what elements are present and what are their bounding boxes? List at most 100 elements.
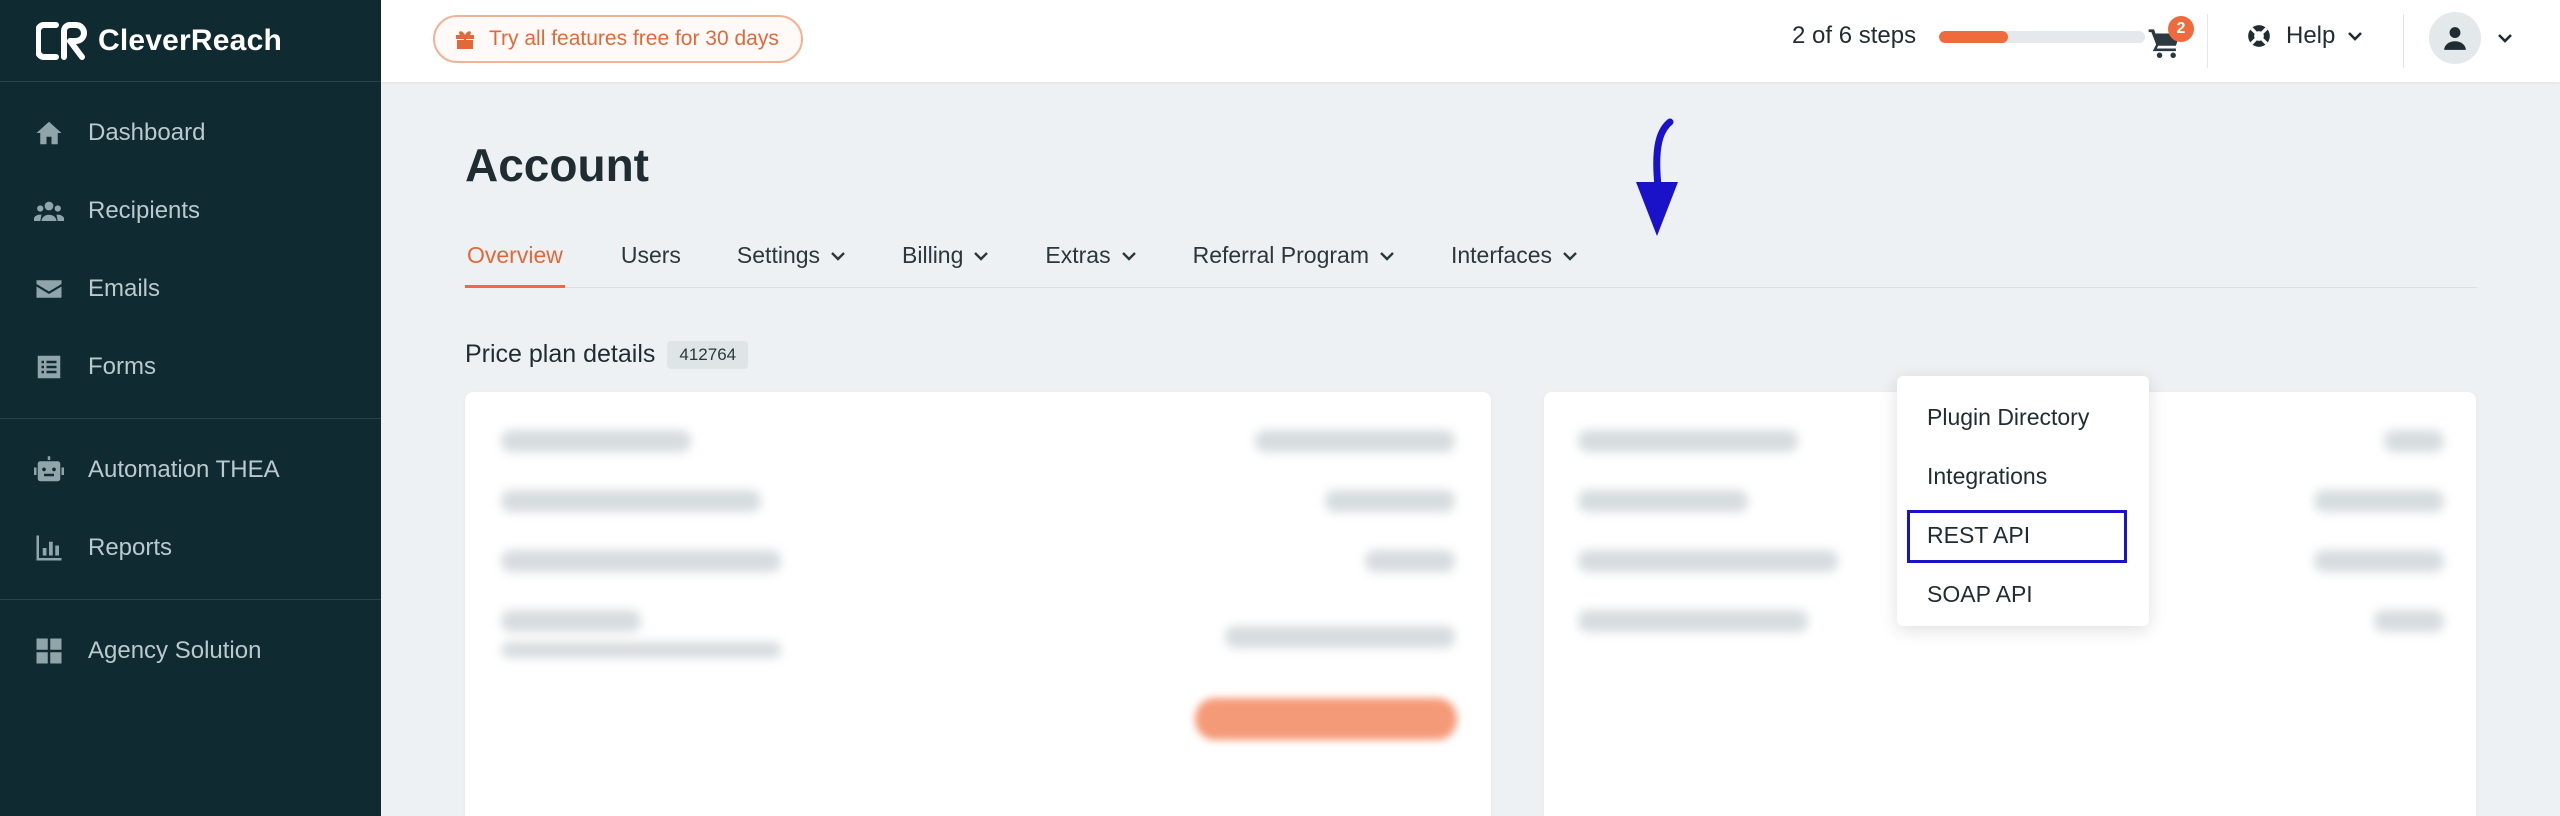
blurred-content: [2374, 610, 2444, 632]
blurred-content: [1365, 550, 1455, 572]
tab-overview[interactable]: Overview: [465, 234, 565, 288]
cart-count-badge: 2: [2168, 16, 2194, 42]
tab-settings[interactable]: Settings: [737, 234, 846, 288]
sidebar-item-label: Recipients: [88, 197, 201, 224]
tab-label: Users: [620, 242, 681, 268]
menu-item-label: Integrations: [1927, 463, 2048, 489]
sidebar-item-dashboard[interactable]: Dashboard: [0, 94, 381, 172]
menu-item-label: REST API: [1927, 522, 2031, 548]
user-icon: [2444, 27, 2466, 50]
chevron-down-icon: [1380, 252, 1394, 261]
blurred-content: [501, 430, 691, 452]
tab-label: Settings: [736, 242, 821, 268]
tab-billing[interactable]: Billing: [902, 234, 989, 288]
price-plan-heading: Price plan details 412764: [465, 340, 749, 369]
chevron-down-icon: [1563, 252, 1577, 261]
divider: [2207, 14, 2208, 68]
brand-name: CleverReach: [98, 23, 282, 57]
tab-users[interactable]: Users: [621, 234, 681, 288]
chevron-down-icon: [2498, 34, 2512, 43]
sidebar-item-label: Agency Solution: [88, 637, 262, 664]
onboarding-steps-text[interactable]: 2 of 6 steps: [1792, 22, 1916, 50]
sidebar-item-label: Emails: [88, 275, 161, 302]
sidebar-item-recipients[interactable]: Recipients: [0, 172, 381, 250]
sidebar-item-reports[interactable]: Reports: [0, 509, 381, 587]
top-bar: Try all features free for 30 days 2 of 6…: [381, 0, 2560, 82]
menu-item-plugin-directory[interactable]: Plugin Directory: [1897, 388, 2149, 447]
help-label: Help: [2286, 22, 2336, 49]
blurred-content: [501, 490, 761, 512]
avatar: [2429, 12, 2481, 64]
blurred-button: [1195, 698, 1457, 740]
price-plan-card: [465, 392, 1491, 816]
user-menu-button[interactable]: [2429, 12, 2513, 64]
users-icon: [34, 201, 64, 221]
robot-icon: [34, 456, 64, 482]
cart-button[interactable]: 2: [2144, 16, 2194, 64]
price-plan-id-badge: 412764: [667, 340, 749, 369]
tab-label: Interfaces: [1450, 242, 1552, 268]
menu-item-soap-api[interactable]: SOAP API: [1897, 565, 2149, 624]
nav-group-agency: Agency Solution: [0, 600, 381, 702]
sidebar: CleverReach Dashboard Recipients Emails …: [0, 0, 381, 816]
chevron-down-icon: [1121, 252, 1136, 261]
nav-group-main: Dashboard Recipients Emails Forms: [0, 82, 381, 419]
form-icon: [37, 355, 61, 379]
page-title: Account: [465, 139, 649, 191]
tab-label: Referral Program: [1192, 242, 1369, 268]
tab-interfaces[interactable]: Interfaces: [1451, 234, 1578, 288]
chevron-down-icon: [831, 252, 845, 261]
blurred-content: [1578, 490, 1748, 512]
sidebar-item-forms[interactable]: Forms: [0, 328, 381, 406]
blurred-content: [1578, 550, 1838, 572]
blurred-content: [1325, 490, 1455, 512]
blurred-content: [1578, 430, 1798, 452]
nav-group-automation: Automation THEA Reports: [0, 419, 381, 600]
sidebar-item-agency-solution[interactable]: Agency Solution: [0, 612, 381, 690]
tab-label: Billing: [902, 242, 964, 268]
main-content: Account Overview Users Settings Billing …: [381, 82, 2560, 816]
free-trial-label: Try all features free for 30 days: [489, 27, 779, 50]
sidebar-item-label: Automation THEA: [88, 456, 280, 483]
price-plan-title: Price plan details: [465, 340, 656, 368]
sidebar-item-label: Forms: [88, 353, 156, 380]
free-trial-button[interactable]: Try all features free for 30 days: [433, 15, 803, 63]
grid-icon: [36, 638, 62, 664]
divider: [2403, 14, 2404, 68]
sidebar-item-automation-thea[interactable]: Automation THEA: [0, 431, 381, 509]
annotation-arrow-icon: [1636, 118, 1678, 236]
tab-label: Overview: [467, 242, 563, 268]
help-menu-button[interactable]: Help: [2246, 22, 2363, 50]
menu-item-label: Plugin Directory: [1927, 404, 2090, 430]
chevron-down-icon: [2348, 32, 2363, 41]
onboarding-progress-bar[interactable]: [1939, 31, 2145, 43]
menu-item-label: SOAP API: [1927, 581, 2033, 607]
lifebuoy-icon: [2248, 25, 2270, 47]
menu-item-integrations[interactable]: Integrations: [1897, 447, 2149, 506]
blurred-content: [2384, 430, 2444, 452]
sidebar-item-label: Reports: [88, 534, 173, 561]
gift-icon: [456, 31, 474, 49]
chevron-down-icon: [974, 252, 989, 261]
brand[interactable]: CleverReach: [0, 0, 381, 82]
envelope-icon: [36, 280, 62, 298]
tab-label: Extras: [1045, 242, 1111, 268]
sidebar-item-emails[interactable]: Emails: [0, 250, 381, 328]
blurred-content: [2314, 550, 2444, 572]
tab-referral-program[interactable]: Referral Program: [1193, 234, 1395, 288]
menu-item-rest-api[interactable]: REST API: [1897, 506, 2149, 565]
blurred-content: [1578, 610, 1808, 632]
blurred-content: [1225, 626, 1455, 648]
blurred-content: [1255, 430, 1455, 452]
blurred-content: [501, 550, 781, 572]
onboarding-progress-fill: [1939, 31, 2008, 43]
interfaces-dropdown-menu: Plugin Directory Integrations REST API S…: [1897, 376, 2149, 626]
blurred-content: [501, 610, 641, 632]
chart-icon: [36, 535, 62, 561]
tab-extras[interactable]: Extras: [1045, 234, 1136, 288]
home-icon: [36, 121, 62, 145]
blurred-content: [501, 642, 781, 658]
cleverreach-logo-icon: [36, 21, 87, 60]
sidebar-item-label: Dashboard: [88, 119, 206, 146]
blurred-content: [2314, 490, 2444, 512]
